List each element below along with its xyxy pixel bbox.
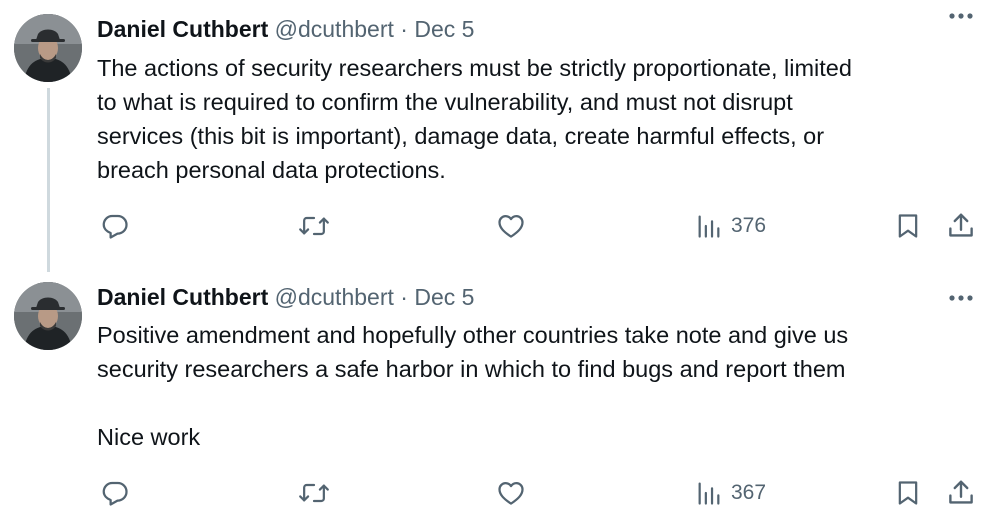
views-icon	[695, 211, 723, 241]
share-button[interactable]	[946, 476, 976, 510]
reply-button[interactable]	[100, 209, 130, 243]
like-icon	[496, 478, 526, 508]
views-button[interactable]: 376	[695, 209, 766, 243]
author-name[interactable]: Daniel Cuthbert	[97, 284, 268, 310]
like-button[interactable]	[496, 209, 526, 243]
views-button[interactable]: 367	[695, 476, 766, 510]
views-count: 367	[731, 481, 767, 504]
action-bar: 367	[0, 476, 1000, 510]
header-separator: ·	[400, 284, 408, 310]
views-count: 376	[731, 214, 767, 237]
tweet-1: Daniel Cuthbert @dcuthbert · Dec 5 The a…	[0, 0, 1000, 270]
tweet-text: The actions of security researchers must…	[97, 55, 852, 183]
more-icon[interactable]	[946, 290, 976, 306]
avatar[interactable]	[14, 14, 82, 82]
like-icon	[496, 211, 526, 241]
tweet-header: Daniel Cuthbert @dcuthbert · Dec 5	[97, 14, 474, 44]
share-icon	[946, 478, 976, 508]
bookmark-button[interactable]	[894, 209, 922, 243]
bookmark-button[interactable]	[894, 476, 922, 510]
retweet-icon	[298, 478, 330, 508]
action-bar: 376	[0, 209, 1000, 243]
author-handle[interactable]: @dcuthbert	[275, 16, 394, 42]
tweet-date[interactable]: Dec 5	[414, 16, 474, 42]
tweet-2: Daniel Cuthbert @dcuthbert · Dec 5 Posit…	[0, 270, 1000, 513]
header-separator: ·	[400, 16, 408, 42]
share-icon	[946, 211, 976, 241]
author-handle[interactable]: @dcuthbert	[275, 284, 394, 310]
tweet-header: Daniel Cuthbert @dcuthbert · Dec 5	[97, 282, 474, 312]
bookmark-icon	[894, 211, 922, 241]
reply-icon	[100, 211, 130, 241]
retweet-button[interactable]	[298, 209, 330, 243]
more-icon[interactable]	[946, 8, 976, 24]
reply-icon	[100, 478, 130, 508]
tweet-date[interactable]: Dec 5	[414, 284, 474, 310]
retweet-button[interactable]	[298, 476, 330, 510]
reply-button[interactable]	[100, 476, 130, 510]
bookmark-icon	[894, 478, 922, 508]
like-button[interactable]	[496, 476, 526, 510]
share-button[interactable]	[946, 209, 976, 243]
views-icon	[695, 478, 723, 508]
author-name[interactable]: Daniel Cuthbert	[97, 16, 268, 42]
retweet-icon	[298, 211, 330, 241]
tweet-text: Positive amendment and hopefully other c…	[97, 322, 849, 450]
avatar[interactable]	[14, 282, 82, 350]
